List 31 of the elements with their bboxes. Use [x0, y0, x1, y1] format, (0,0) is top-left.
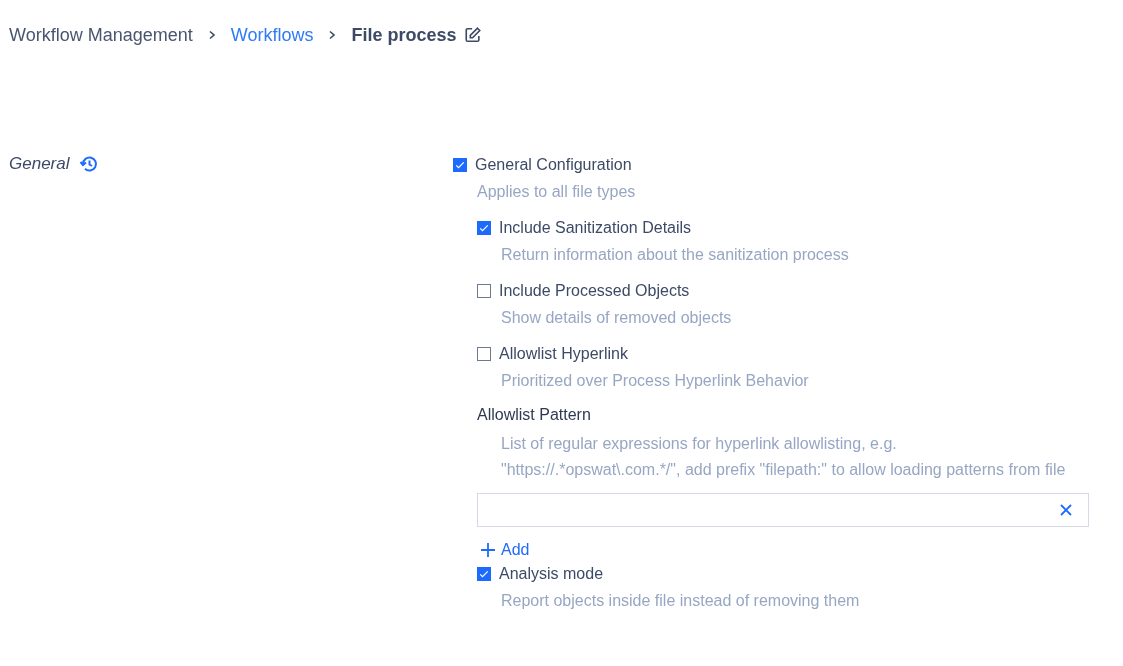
option-description: Report objects inside file instead of removing them	[501, 591, 861, 611]
option-label: Include Processed Objects	[499, 282, 690, 300]
option-description: Return information about the sanitization process	[501, 245, 850, 265]
add-button[interactable]: Add	[481, 541, 530, 559]
checkmark-icon	[478, 222, 490, 234]
pattern-input-field[interactable]	[477, 493, 1089, 527]
checkbox[interactable]	[477, 284, 491, 298]
plus-icon	[481, 543, 495, 557]
close-icon[interactable]	[1060, 504, 1072, 516]
breadcrumb-item[interactable]: Workflow Management	[9, 24, 193, 46]
option-label: General Configuration	[475, 156, 632, 174]
field-description: List of regular expressions for hyperlink allowlisting, e.g. "https://.*opswat\.com.*/", add prefix "filepath:" to allow loading patterns from file	[501, 434, 1067, 480]
checkbox[interactable]	[477, 347, 491, 361]
option-label: Include Sanitization Details	[499, 219, 692, 237]
checkmark-icon	[454, 159, 466, 171]
breadcrumb-link[interactable]: Workflows	[230, 24, 314, 46]
option-description: Show details of removed objects	[501, 308, 733, 328]
option-label: Analysis mode	[499, 565, 604, 583]
section-title: General	[9, 154, 70, 174]
option-description: Prioritized over Process Hyperlink Behavior	[501, 371, 810, 391]
chevron-right-icon	[327, 30, 338, 40]
checkbox[interactable]	[453, 158, 467, 172]
checkmark-icon	[478, 568, 490, 580]
option-label: Allowlist Hyperlink	[499, 345, 628, 363]
option-description: Applies to all file types	[477, 182, 637, 202]
checkbox[interactable]	[477, 221, 491, 235]
edit-icon[interactable]	[464, 26, 483, 44]
page-title: File process	[351, 24, 457, 46]
history-icon[interactable]	[79, 154, 100, 174]
checkbox[interactable]	[477, 567, 491, 581]
field-label: Allowlist Pattern	[477, 406, 592, 425]
